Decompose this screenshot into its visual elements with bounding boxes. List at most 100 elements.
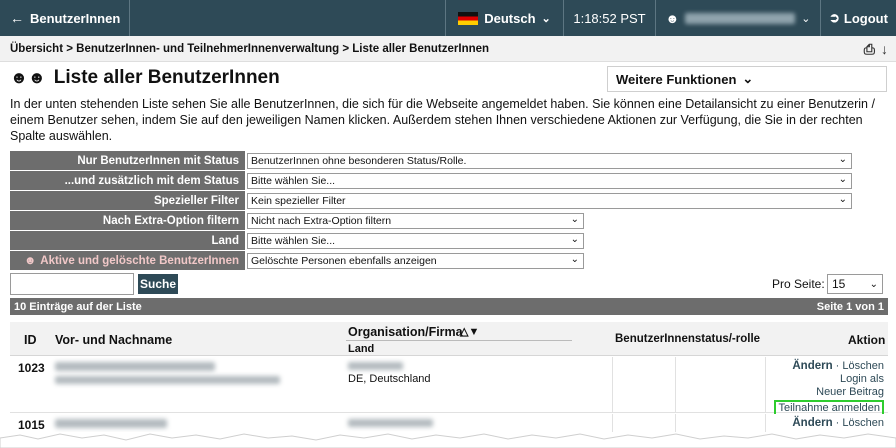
- language-label: Deutsch: [484, 10, 536, 26]
- user-name-redacted: [685, 12, 796, 24]
- users-icon: ☻☻: [10, 68, 46, 87]
- status-select-value: BenutzerInnen ohne besonderen Status/Rol…: [251, 154, 467, 167]
- column-divider: [765, 357, 766, 412]
- per-page-value: 15: [832, 277, 846, 291]
- deleted-users-value: Gelöschte Personen ebenfalls anzeigen: [251, 254, 437, 267]
- page-title-text: Liste aller BenutzerInnen: [53, 67, 280, 88]
- row-actions: Ändern · Löschen Login als Neuer Beitrag…: [774, 360, 884, 417]
- row-id: 1015: [18, 418, 45, 432]
- logout-button[interactable]: ➲ Logout: [821, 0, 896, 36]
- entry-count: 10 Einträge auf der Liste: [14, 300, 142, 313]
- extra-option-value: Nicht nach Extra-Option filtern: [251, 214, 392, 227]
- column-status: BenutzerInnenstatus/-rolle: [615, 333, 761, 345]
- filter-row: Land Bitte wählen Sie... ⌄: [10, 231, 888, 250]
- filter-row: Nur BenutzerInnen mit Status BenutzerInn…: [10, 151, 888, 170]
- filter-label-text: Aktive und gelöschte BenutzerInnen: [40, 254, 239, 267]
- logout-icon: ➲: [829, 10, 840, 25]
- page-title: ☻☻ Liste aller BenutzerInnen: [10, 66, 280, 90]
- extra-option-select[interactable]: Nicht nach Extra-Option filtern ⌄: [247, 212, 584, 229]
- chevron-down-icon: ⌄: [838, 193, 847, 205]
- filter-panel: Nur BenutzerInnen mit Status BenutzerInn…: [10, 151, 888, 271]
- chevron-down-icon: ⌄: [869, 278, 878, 290]
- filter-label: ☻ Aktive und gelöschte BenutzerInnen: [10, 251, 245, 270]
- filter-row: Spezieller Filter Kein spezieller Filter…: [10, 191, 888, 210]
- breadcrumb-text[interactable]: Übersicht > BenutzerInnen- und Teilnehme…: [10, 43, 489, 55]
- chevron-down-icon: ⌄: [742, 71, 754, 86]
- row-actions: Ändern · Löschen: [792, 417, 884, 429]
- filter-label: ...und zusätzlich mit dem Status: [10, 171, 245, 190]
- login-as-link[interactable]: Login als: [840, 373, 884, 385]
- header-divider: [346, 340, 572, 341]
- filter-label: Land: [10, 231, 245, 250]
- filter-label: Nur BenutzerInnen mit Status: [10, 151, 245, 170]
- row-land: DE, Deutschland: [348, 373, 431, 385]
- logout-label: Logout: [843, 10, 888, 26]
- name-redacted[interactable]: [55, 419, 167, 428]
- search-input[interactable]: [10, 273, 134, 295]
- column-divider: [675, 357, 676, 412]
- filter-row: ...und zusätzlich mit dem Status Bitte w…: [10, 171, 888, 190]
- back-link[interactable]: ← BenutzerInnen: [0, 0, 130, 36]
- german-flag-icon: [458, 11, 479, 25]
- user-menu[interactable]: ☻ ⌄: [656, 0, 821, 36]
- top-bar: ← BenutzerInnen Deutsch ⌄ 1:18:52 PST ☻ …: [0, 0, 896, 36]
- back-label: BenutzerInnen: [30, 10, 121, 26]
- filter-row: ☻ Aktive und gelöschte BenutzerInnen Gel…: [10, 251, 888, 270]
- table-row: 1023 DE, Deutschland Ändern · Löschen Lo…: [10, 357, 888, 417]
- sort-icon[interactable]: △▼: [460, 325, 479, 338]
- more-functions-dropdown[interactable]: Weitere Funktionen ⌄: [607, 66, 887, 92]
- per-page-select[interactable]: 15 ⌄: [827, 274, 883, 294]
- column-id[interactable]: ID: [24, 333, 37, 347]
- name-redacted[interactable]: [55, 362, 215, 371]
- special-filter-value: Kein spezieller Filter: [251, 194, 346, 207]
- column-land[interactable]: Land: [348, 343, 374, 355]
- breadcrumb: Übersicht > BenutzerInnen- und Teilnehme…: [0, 36, 896, 62]
- country-value: Bitte wählen Sie...: [251, 234, 336, 247]
- org-redacted: [348, 419, 433, 427]
- arrow-left-icon: ←: [10, 10, 24, 26]
- column-org[interactable]: Organisation/Firma: [348, 325, 463, 339]
- column-name[interactable]: Vor- und Nachname: [55, 333, 172, 347]
- breadcrumb-tools: ⎙ ↓: [864, 41, 888, 58]
- arrow-down-icon[interactable]: ↓: [881, 41, 888, 58]
- more-functions-label: Weitere Funktionen: [616, 71, 737, 87]
- torn-edge: [0, 432, 896, 448]
- status-select[interactable]: BenutzerInnen ohne besonderen Status/Rol…: [247, 152, 852, 169]
- deleted-users-select[interactable]: Gelöschte Personen ebenfalls anzeigen ⌄: [247, 252, 584, 269]
- edit-link[interactable]: Ändern: [792, 417, 832, 429]
- chevron-down-icon: ⌄: [541, 12, 551, 25]
- country-select[interactable]: Bitte wählen Sie... ⌄: [247, 232, 584, 249]
- special-filter-select[interactable]: Kein spezieller Filter ⌄: [247, 192, 852, 209]
- chevron-down-icon: ⌄: [570, 233, 579, 245]
- chevron-down-icon: ⌄: [801, 12, 811, 25]
- search-button[interactable]: Suche: [138, 274, 178, 294]
- table-header: ID Vor- und Nachname Organisation/Firma …: [10, 322, 888, 356]
- result-count-bar: 10 Einträge auf der Liste Seite 1 von 1: [10, 298, 888, 315]
- intro-text: In der unten stehenden Liste sehen Sie a…: [10, 97, 875, 143]
- org-redacted: [348, 362, 403, 370]
- email-redacted: [55, 376, 280, 384]
- filter-label: Spezieller Filter: [10, 191, 245, 210]
- filter-label: Nach Extra-Option filtern: [10, 211, 245, 230]
- additional-status-select[interactable]: Bitte wählen Sie... ⌄: [247, 172, 852, 189]
- column-action: Aktion: [848, 333, 886, 347]
- chevron-down-icon: ⌄: [838, 173, 847, 185]
- language-selector[interactable]: Deutsch ⌄: [446, 0, 564, 36]
- column-divider: [612, 357, 613, 412]
- chevron-down-icon: ⌄: [570, 253, 579, 265]
- chevron-down-icon: ⌄: [838, 153, 847, 165]
- per-page-label: Pro Seite:: [772, 277, 825, 291]
- user-icon: ☻: [665, 10, 680, 26]
- page-indicator: Seite 1 von 1: [816, 300, 884, 313]
- delete-link[interactable]: Löschen: [842, 417, 884, 429]
- additional-status-value: Bitte wählen Sie...: [251, 174, 336, 187]
- clock: 1:18:52 PST: [564, 0, 656, 36]
- new-post-link[interactable]: Neuer Beitrag: [816, 386, 884, 398]
- filter-row: Nach Extra-Option filtern Nicht nach Ext…: [10, 211, 888, 230]
- edit-link[interactable]: Ändern: [792, 360, 832, 372]
- users-icon: ☻: [24, 254, 37, 267]
- delete-link[interactable]: Löschen: [842, 360, 884, 372]
- row-id: 1023: [18, 361, 45, 375]
- top-bar-spacer: [130, 0, 446, 36]
- print-icon[interactable]: ⎙: [864, 41, 875, 58]
